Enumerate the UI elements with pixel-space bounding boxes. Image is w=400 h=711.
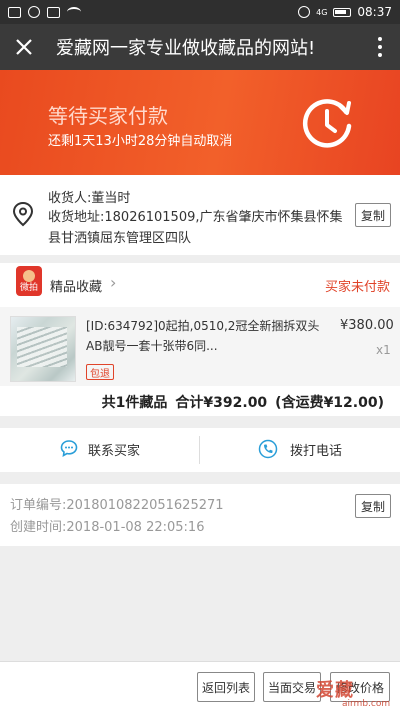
shop-name[interactable]: 精品收藏 [50,276,102,295]
phone-icon[interactable] [258,439,278,459]
shield-icon [28,6,40,18]
more-vert-icon [378,37,382,57]
location-pin-icon [12,201,34,227]
network-label: 4G [316,7,328,17]
call-button[interactable]: 拨打电话 [290,440,342,459]
item-count: 共1件藏品 [101,395,168,411]
created-time: 2018-01-08 22:05:16 [66,520,205,535]
copy-address-button[interactable]: 复制 [355,203,391,227]
order-number-label: 订单编号: [10,498,67,513]
notification-icon [8,6,21,18]
address-label: 收货地址: [48,210,105,225]
receiver-label: 收货人: [48,191,92,206]
copy-order-number-button[interactable]: 复制 [355,494,391,518]
receiver-line: 收货人:董当时 [48,187,130,206]
chat-icon[interactable] [60,439,78,457]
order-status-banner: 等待买家付款 还剩1天13小时28分钟自动取消 [0,70,400,175]
item-title: [ID:634792]0起拍,0510,2冠全新捆拆双头AB靓号一套十张带6同.… [86,319,320,353]
shop-logo: 微拍 [16,266,42,296]
shipping-fee: (含运费¥12.00) [275,395,384,411]
refund-badge: 包退 [86,364,114,380]
order-total: 合计¥392.00 [175,395,268,411]
page-title: 爱藏网一家专业做收藏品的网站! [56,38,316,59]
close-icon [16,39,32,55]
receiver-name: 董当时 [91,191,131,206]
clock-time: 08:37 [357,5,392,19]
address-line: 收货地址:18026101509,广东省肇庆市怀集县怀集县甘洒镇屈东管理区四队 [48,207,348,249]
back-to-list-button[interactable]: 返回列表 [197,672,255,702]
divider [199,436,200,464]
banner-countdown: 还剩1天13小时28分钟自动取消 [48,134,233,149]
face-to-face-trade-button[interactable]: 当面交易 [263,672,321,702]
created-time-line: 创建时间:2018-01-08 22:05:16 [10,516,204,535]
battery-icon [333,7,352,17]
image-icon [47,6,60,18]
created-time-label: 创建时间: [10,520,67,535]
order-total-line: 共1件藏品 合计¥392.00 (含运费¥12.00) [94,392,384,412]
close-button[interactable] [0,24,48,70]
order-number-line: 订单编号:2018010822051625271 [10,494,224,513]
item-price: ¥380.00 [340,318,394,333]
more-menu-button[interactable] [360,24,400,70]
address-card: 收货人:董当时 收货地址:18026101509,广东省肇庆市怀集县怀集县甘洒镇… [0,175,400,255]
site-watermark-url: airmb.com [342,699,391,709]
status-bar: 4G 08:37 [0,0,400,24]
banner-status: 等待买家付款 [48,104,168,128]
wifi-icon [67,7,81,17]
order-number: 2018010822051625271 [66,498,224,513]
item-quantity: x1 [376,343,391,357]
contact-buyer-button[interactable]: 联系买家 [88,440,140,459]
title-bar: 爱藏网一家专业做收藏品的网站! [0,24,400,70]
order-status-label: 买家未付款 [325,280,391,295]
chevron-right-icon: › [110,273,117,292]
item-thumbnail[interactable] [10,316,76,382]
alarm-icon [298,6,311,18]
clock-icon [302,99,352,148]
